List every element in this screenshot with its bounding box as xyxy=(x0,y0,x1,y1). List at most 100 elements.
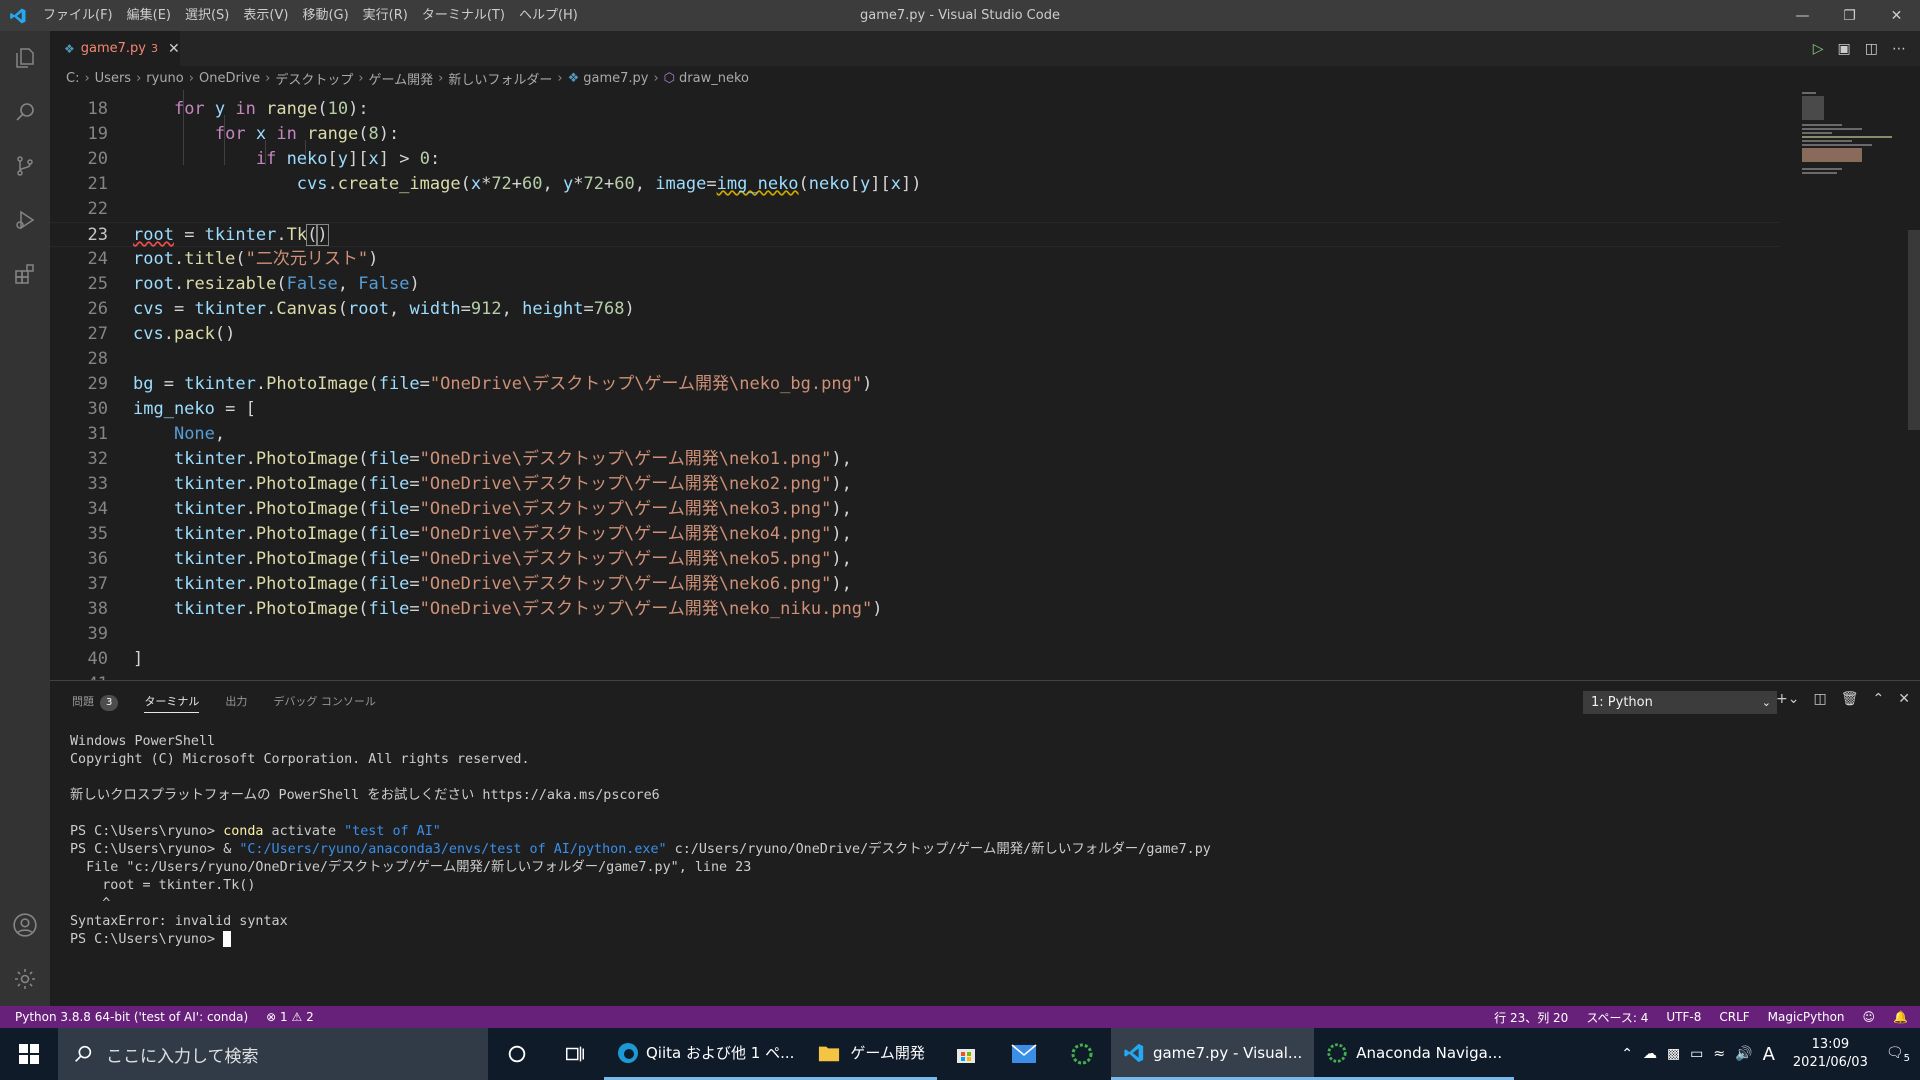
restore-button[interactable]: ❐ xyxy=(1826,0,1873,31)
tab-problems[interactable]: 問題 3 xyxy=(72,681,119,723)
maximize-panel-icon[interactable]: ⌃ xyxy=(1873,691,1885,707)
split-editor-icon[interactable]: ◫ xyxy=(1865,41,1878,57)
indentation[interactable]: スペース: 4 xyxy=(1586,1009,1648,1026)
problems-badge: 3 xyxy=(100,695,119,711)
manage-gear-icon[interactable] xyxy=(0,952,50,1006)
tab-output[interactable]: 出力 xyxy=(225,681,247,723)
error-icon: ⊗ xyxy=(266,1010,277,1024)
terminal-selector[interactable]: 1: Python ⌄ xyxy=(1583,691,1777,714)
trash-icon[interactable]: 🗑 xyxy=(1841,691,1859,707)
python-file-icon: ❖ xyxy=(567,70,580,86)
wifi-icon[interactable]: ≈ xyxy=(1713,1046,1725,1062)
editor-scrollbar[interactable] xyxy=(1908,230,1920,430)
encoding[interactable]: UTF-8 xyxy=(1666,1010,1701,1024)
code-line: 32 tkinter.PhotoImage(file="OneDrive\デスク… xyxy=(87,449,852,469)
tab-terminal[interactable]: ターミナル xyxy=(144,692,200,713)
breadcrumb-item[interactable]: OneDrive xyxy=(199,71,260,86)
folder-icon xyxy=(819,1046,840,1061)
feedback-icon[interactable]: ☺ xyxy=(1863,1010,1876,1024)
taskbar-app-anaconda[interactable]: Anaconda Naviga... xyxy=(1314,1028,1515,1080)
close-panel-icon[interactable]: ✕ xyxy=(1898,691,1910,707)
status-bar: Python 3.8.8 64-bit ('test of AI': conda… xyxy=(0,1006,1920,1028)
code-line: 41 xyxy=(50,672,1780,680)
taskbar-app-vscode[interactable]: game7.py - Visual... xyxy=(1110,1028,1315,1080)
taskbar-search[interactable]: ここに入力して検索 xyxy=(58,1028,488,1080)
edge-icon xyxy=(618,1042,638,1063)
code-line: 33 tkinter.PhotoImage(file="OneDrive\デスク… xyxy=(87,474,852,494)
menu-edit[interactable]: 編集(E) xyxy=(120,0,178,31)
breadcrumb-item[interactable]: draw_neko xyxy=(679,71,749,86)
code-line: 22 xyxy=(87,199,108,219)
action-center-icon[interactable]: 🗨5 xyxy=(1886,1045,1910,1064)
close-window-button[interactable]: ✕ xyxy=(1873,0,1920,31)
source-control-icon[interactable] xyxy=(0,139,50,193)
windows-start-icon[interactable] xyxy=(0,1028,58,1080)
minimap[interactable] xyxy=(1800,90,1908,680)
battery-icon[interactable]: ▭ xyxy=(1690,1046,1703,1062)
code-editor[interactable]: 18 for y in range(10): 19 for x in range… xyxy=(50,90,1920,680)
terminal-output[interactable]: Windows PowerShell Copyright (C) Microsof… xyxy=(70,733,1211,949)
new-terminal-icon[interactable]: +⌄ xyxy=(1776,691,1799,707)
terminal-line: File "c:/Users/ryuno/OneDrive/デスクトップ/ゲーム… xyxy=(70,860,752,875)
vscode-logo-icon[interactable] xyxy=(0,0,36,31)
breadcrumb-item[interactable]: ryuno xyxy=(146,71,183,86)
menu-selection[interactable]: 選択(S) xyxy=(178,0,236,31)
taskbar-app-edge[interactable]: Qiita および他 1 ペ... xyxy=(604,1028,807,1080)
menu-view[interactable]: 表示(V) xyxy=(236,0,295,31)
menu-file[interactable]: ファイル(F) xyxy=(36,0,120,31)
more-actions-icon[interactable]: ⋯ xyxy=(1892,41,1906,57)
open-changes-icon[interactable]: ▣ xyxy=(1838,41,1851,57)
menu-help[interactable]: ヘルプ(H) xyxy=(512,0,585,31)
breadcrumb-item[interactable]: Users xyxy=(95,71,131,86)
tab-debug-console[interactable]: デバッグ コンソール xyxy=(273,681,376,723)
tab-game7-py[interactable]: ❖ game7.py 3 ✕ xyxy=(50,31,180,66)
terminal-line: PS C:\Users\ryuno> conda activate "test … xyxy=(70,824,441,839)
search-icon[interactable] xyxy=(0,85,50,139)
cortana-icon[interactable] xyxy=(488,1028,546,1080)
device-icon[interactable]: ▩ xyxy=(1667,1046,1680,1062)
chevron-up-icon[interactable]: ⌃ xyxy=(1621,1046,1633,1062)
breadcrumb-item[interactable]: ゲーム開発 xyxy=(369,69,434,88)
menu-run[interactable]: 実行(R) xyxy=(356,0,415,31)
explorer-icon[interactable] xyxy=(0,31,50,85)
menu-terminal[interactable]: ターミナル(T) xyxy=(415,0,512,31)
chevron-right-icon: › xyxy=(265,70,271,86)
accounts-icon[interactable] xyxy=(0,898,50,952)
terminal-line: Copyright (C) Microsoft Corporation. All… xyxy=(70,752,530,767)
language-mode[interactable]: MagicPython xyxy=(1768,1010,1845,1024)
line-ending[interactable]: CRLF xyxy=(1719,1010,1749,1024)
terminal-line: root = tkinter.Tk() xyxy=(70,878,256,893)
close-tab-icon[interactable]: ✕ xyxy=(168,41,180,57)
minimize-button[interactable]: — xyxy=(1779,0,1826,31)
extensions-icon[interactable] xyxy=(0,247,50,301)
breadcrumb-item[interactable]: 新しいフォルダー xyxy=(448,69,552,88)
notifications-bell-icon[interactable]: 🔔 xyxy=(1893,1010,1908,1024)
store-icon[interactable] xyxy=(937,1028,995,1080)
symbol-method-icon: ⬡ xyxy=(663,70,676,86)
breadcrumb-item[interactable]: デスクトップ xyxy=(275,69,353,88)
volume-icon[interactable]: 🔊 xyxy=(1735,1046,1752,1062)
terminal-line: Windows PowerShell xyxy=(70,734,216,749)
problems-summary[interactable]: ⊗ 1 ⚠ 2 xyxy=(266,1010,314,1024)
activity-bar xyxy=(0,31,50,1006)
split-terminal-icon[interactable]: ◫ xyxy=(1814,691,1827,707)
onedrive-icon[interactable]: ☁ xyxy=(1643,1046,1657,1062)
menu-go[interactable]: 移動(G) xyxy=(295,0,355,31)
mail-icon[interactable] xyxy=(995,1028,1053,1080)
code-line: 35 tkinter.PhotoImage(file="OneDrive\デスク… xyxy=(87,524,852,544)
breadcrumb-item[interactable]: game7.py xyxy=(583,71,648,86)
anaconda-icon[interactable] xyxy=(1053,1028,1111,1080)
run-python-file-icon[interactable]: ▷ xyxy=(1813,41,1824,57)
task-view-icon[interactable] xyxy=(546,1028,604,1080)
chevron-right-icon: › xyxy=(557,70,563,86)
taskbar-app-explorer[interactable]: ゲーム開発 xyxy=(806,1028,937,1080)
notification-count: 5 xyxy=(1903,1052,1910,1064)
python-interpreter[interactable]: Python 3.8.8 64-bit ('test of AI': conda… xyxy=(15,1010,248,1024)
breadcrumb-item[interactable]: C: xyxy=(66,71,79,86)
ime-indicator[interactable]: A xyxy=(1763,1044,1775,1065)
clock[interactable]: 13:09 2021/06/03 xyxy=(1785,1036,1876,1072)
code-line: 20 if neko[y][x] > 0: xyxy=(87,149,441,169)
cursor-position[interactable]: 行 23、列 20 xyxy=(1494,1009,1568,1026)
clock-time: 13:09 xyxy=(1811,1037,1850,1052)
run-debug-icon[interactable] xyxy=(0,193,50,247)
